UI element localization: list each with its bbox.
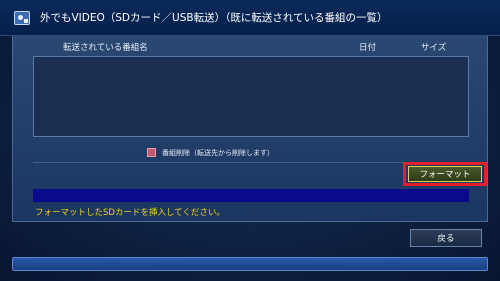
column-header-date: 日付: [359, 43, 377, 53]
title-bar: 外でもVIDEO（SDカード／USB転送）（既に転送されている番組の一覧）: [0, 0, 500, 36]
column-header-program-name: 転送されている番組名: [63, 43, 148, 53]
column-header-size: サイズ: [421, 43, 447, 53]
format-button-label: フォーマット: [408, 166, 482, 182]
bottom-strip: [12, 257, 488, 271]
window-title: 外でもVIDEO（SDカード／USB転送）（既に転送されている番組の一覧）: [40, 12, 388, 24]
status-message: フォーマットしたSDカードを挿入してください。: [35, 208, 225, 218]
program-list[interactable]: [33, 56, 469, 137]
checkbox-icon[interactable]: [147, 148, 156, 157]
back-button[interactable]: 戻る: [410, 229, 482, 247]
delete-program-label: 番組削除（転送先から削除します）: [162, 149, 274, 157]
progress-bar: [33, 189, 469, 202]
app-icon: [14, 11, 30, 25]
main-panel: 転送されている番組名 日付 サイズ 番組削除（転送先から削除します） フォーマッ…: [12, 36, 488, 222]
format-button[interactable]: フォーマット: [403, 162, 487, 186]
